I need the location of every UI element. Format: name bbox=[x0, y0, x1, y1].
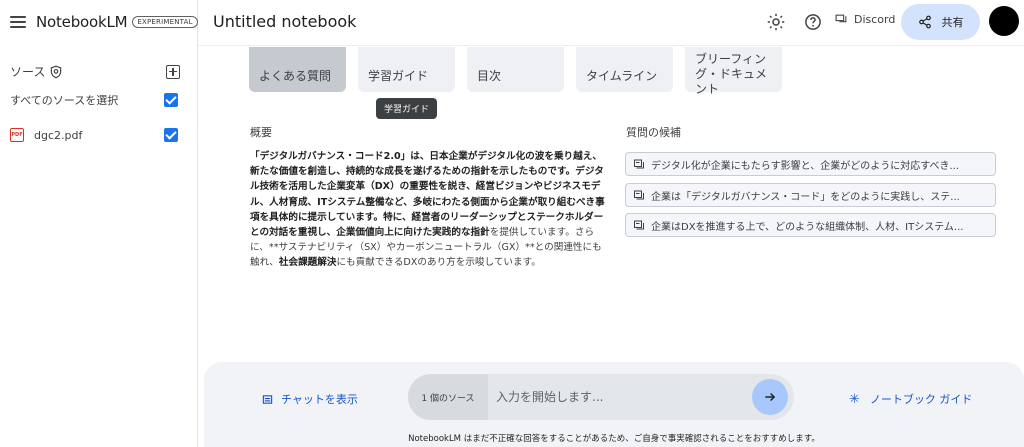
chat-bubble-icon bbox=[835, 14, 847, 23]
show-chat-button[interactable]: チャットを表示 bbox=[262, 391, 358, 407]
select-all-row[interactable]: すべてのソースを選択 bbox=[10, 92, 178, 108]
send-button[interactable] bbox=[752, 379, 788, 415]
suggested-question-text: 企業は「デジタルガバナンス・コード」をどのように実践し、ステ... bbox=[651, 191, 960, 203]
notebook-guide-button[interactable]: ✳ ノートブック ガイド bbox=[849, 391, 972, 407]
suggested-question-text: デジタル化が企業にもたらす影響と、企業がどのように対応すべき... bbox=[651, 160, 960, 172]
guide-card-toc[interactable]: 目次 bbox=[467, 47, 564, 92]
pdf-icon: PDF bbox=[10, 128, 24, 142]
hamburger-menu-icon[interactable] bbox=[10, 16, 26, 28]
summary-bold-text: 「デジタルガバナンス・コード2.0」は、日本企業がデジタル化の波を乗り越え、新た… bbox=[250, 151, 605, 239]
discord-link[interactable]: Discord bbox=[835, 13, 895, 26]
guide-card-label: 目次 bbox=[477, 69, 502, 83]
chat-input[interactable] bbox=[488, 374, 752, 420]
discord-label: Discord bbox=[854, 13, 896, 26]
avatar[interactable] bbox=[989, 6, 1019, 36]
share-button[interactable]: 共有 bbox=[901, 4, 980, 40]
guide-card-timeline[interactable]: タイムライン bbox=[576, 47, 673, 92]
suggested-question-chip[interactable]: 企業は「デジタルガバナンス・コード」をどのように実践し、ステ... bbox=[625, 183, 996, 207]
summary-normal-text: にも貢献できるDXのあり方を示唆しています。 bbox=[336, 257, 541, 269]
chat-input-container: 1 個のソース bbox=[408, 374, 794, 420]
chat-list-icon bbox=[262, 394, 273, 404]
sources-sidebar: NotebookLM EXPERIMENTAL ソース すべてのソースを選択 P… bbox=[0, 0, 198, 447]
suggested-questions-heading: 質問の候補 bbox=[626, 126, 681, 139]
arrow-right-icon bbox=[765, 392, 776, 402]
guide-card-label: タイムライン bbox=[586, 69, 658, 83]
guide-card-label: 学習ガイド bbox=[368, 69, 429, 83]
suggested-question-chip[interactable]: 企業はDXを推進する上で、どのような組織体制、人材、ITシステム... bbox=[625, 213, 996, 237]
brand: NotebookLM EXPERIMENTAL bbox=[10, 10, 198, 34]
top-header: Untitled notebook Discord 共有 bbox=[198, 0, 1024, 46]
show-chat-label: チャットを表示 bbox=[281, 393, 358, 406]
brand-name: NotebookLM bbox=[36, 13, 128, 31]
shield-icon bbox=[51, 65, 62, 78]
guide-card-faq[interactable]: よくある質問 bbox=[249, 47, 346, 92]
chat-panel: チャットを表示 1 個のソース ✳ ノートブック ガイド NotebookLM … bbox=[204, 362, 1024, 447]
question-icon bbox=[634, 220, 644, 230]
share-icon bbox=[918, 15, 931, 29]
notebook-title[interactable]: Untitled notebook bbox=[213, 12, 356, 31]
guide-card-study-guide[interactable]: 学習ガイド bbox=[358, 47, 455, 92]
share-label: 共有 bbox=[941, 16, 964, 29]
guide-card-briefing[interactable]: ブリーフィング・ドキュメント bbox=[685, 47, 782, 96]
suggested-question-text: 企業はDXを推進する上で、どのような組織体制、人材、ITシステム... bbox=[651, 221, 964, 233]
source-count-chip[interactable]: 1 個のソース bbox=[408, 374, 488, 420]
notebook-guide-label: ノートブック ガイド bbox=[869, 393, 973, 406]
question-icon bbox=[634, 159, 644, 169]
add-source-icon[interactable] bbox=[166, 64, 180, 79]
theme-toggle-icon[interactable] bbox=[767, 13, 785, 31]
guide-card-label: よくある質問 bbox=[259, 69, 332, 83]
sources-title: ソース bbox=[10, 65, 46, 79]
source-checkbox[interactable] bbox=[164, 128, 178, 142]
disclaimer-text: NotebookLM はまだ不正確な回答をすることがあるため、ご自身で事実確認さ… bbox=[408, 434, 820, 444]
sources-header: ソース bbox=[10, 63, 180, 80]
sparkle-icon: ✳ bbox=[849, 391, 860, 407]
select-all-checkbox[interactable] bbox=[164, 93, 178, 107]
select-all-label: すべてのソースを選択 bbox=[10, 94, 119, 107]
experimental-badge: EXPERIMENTAL bbox=[132, 16, 198, 28]
summary-bold-text: 社会課題解決 bbox=[278, 257, 337, 269]
question-icon bbox=[634, 190, 644, 200]
suggested-question-chip[interactable]: デジタル化が企業にもたらす影響と、企業がどのように対応すべき... bbox=[625, 152, 996, 176]
source-item-name: dgc2.pdf bbox=[34, 128, 83, 142]
tooltip: 学習ガイド bbox=[376, 98, 438, 119]
summary-heading: 概要 bbox=[250, 126, 272, 139]
source-item[interactable]: PDF dgc2.pdf bbox=[10, 128, 178, 142]
help-icon[interactable] bbox=[804, 13, 822, 31]
guide-card-label: ブリーフィング・ドキュメント bbox=[695, 52, 768, 96]
summary-text: 「デジタルガバナンス・コード2.0」は、日本企業がデジタル化の波を乗り越え、新た… bbox=[250, 149, 608, 271]
